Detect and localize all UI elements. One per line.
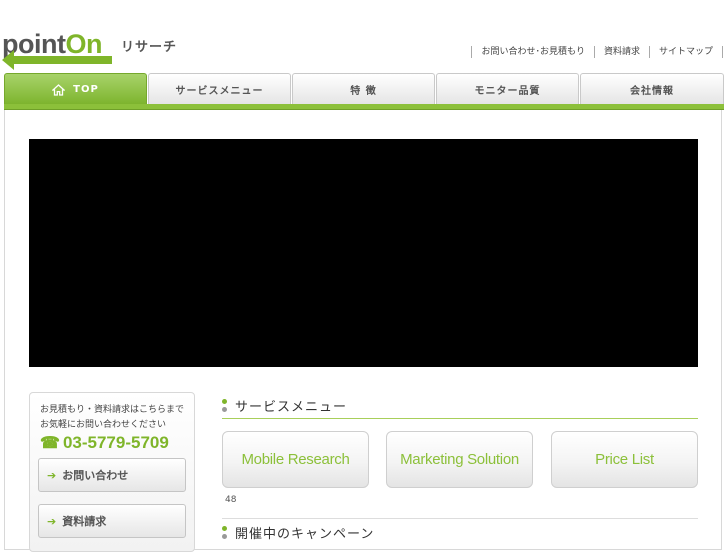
- global-nav: TOP サービスメニュー 特 徴 モニター品質 会社情報: [4, 73, 724, 105]
- nav-tab-features[interactable]: 特 徴: [292, 73, 435, 105]
- campaign-title: 開催中のキャンペーン: [235, 527, 375, 542]
- nav-tab-label: 特 徴: [350, 86, 377, 97]
- nav-tab-monitor[interactable]: モニター品質: [436, 73, 579, 105]
- nav-tab-label: 会社情報: [630, 86, 674, 97]
- main-video-player[interactable]: [29, 139, 698, 367]
- nav-tab-label: モニター品質: [474, 86, 541, 97]
- service-button-mobile-research[interactable]: Mobile Research: [222, 431, 369, 488]
- heading-bullet-icon: [222, 399, 227, 412]
- contact-button-label: お問い合わせ: [62, 469, 129, 482]
- logo-sub-text: リサーチ: [121, 40, 178, 55]
- service-button-label: Marketing Solution: [400, 451, 519, 468]
- nav-tab-label: TOP: [73, 84, 99, 95]
- nav-tab-service[interactable]: サービスメニュー: [148, 73, 291, 105]
- sidebox-text-line1: お見積もり・資料請求はこちらまで: [40, 405, 185, 415]
- util-link-sitemap[interactable]: サイトマップ: [648, 46, 723, 58]
- contact-button[interactable]: ➔ お問い合わせ: [38, 458, 186, 492]
- campaign-heading: 開催中のキャンペーン: [222, 523, 374, 542]
- service-button-label: Mobile Research: [241, 451, 350, 468]
- util-link-docs[interactable]: 資料請求: [593, 46, 649, 58]
- service-heading-divider: [222, 418, 698, 419]
- arrow-right-icon: ➔: [47, 468, 57, 482]
- sidebox-text-line2: お気軽にお問い合わせください: [40, 420, 167, 430]
- util-link-contact[interactable]: お問い合わせ･お見積もり: [471, 46, 594, 58]
- service-button-label: Price List: [595, 451, 654, 468]
- docs-button-label: 資料請求: [62, 515, 107, 528]
- campaign-divider: [222, 518, 698, 519]
- phone-number-text: 03-5779-5709: [62, 433, 169, 452]
- nav-tab-label: サービスメニュー: [175, 86, 264, 97]
- logo-arrow-icon: [2, 50, 112, 70]
- count-text: 48: [225, 495, 237, 505]
- utility-nav: お問い合わせ･お見積もり 資料請求 サイトマップ: [471, 46, 723, 58]
- service-menu-heading: サービスメニュー: [222, 396, 347, 415]
- phone-icon: ☎: [40, 435, 60, 452]
- home-icon: [52, 83, 66, 96]
- service-menu-title: サービスメニュー: [235, 400, 348, 415]
- contact-sidebox: お見積もり・資料請求はこちらまで お気軽にお問い合わせください ☎ 03-577…: [29, 392, 195, 552]
- site-logo[interactable]: pointOn リサーチ: [0, 14, 180, 70]
- service-button-price-list[interactable]: Price List: [551, 431, 698, 488]
- phone-number[interactable]: ☎ 03-5779-5709: [40, 433, 169, 453]
- nav-tab-company[interactable]: 会社情報: [580, 73, 724, 105]
- arrow-right-icon: ➔: [47, 514, 57, 528]
- nav-tab-top[interactable]: TOP: [4, 73, 147, 105]
- heading-bullet-icon: [222, 526, 227, 539]
- docs-request-button[interactable]: ➔ 資料請求: [38, 504, 186, 538]
- service-button-marketing-solution[interactable]: Marketing Solution: [386, 431, 533, 488]
